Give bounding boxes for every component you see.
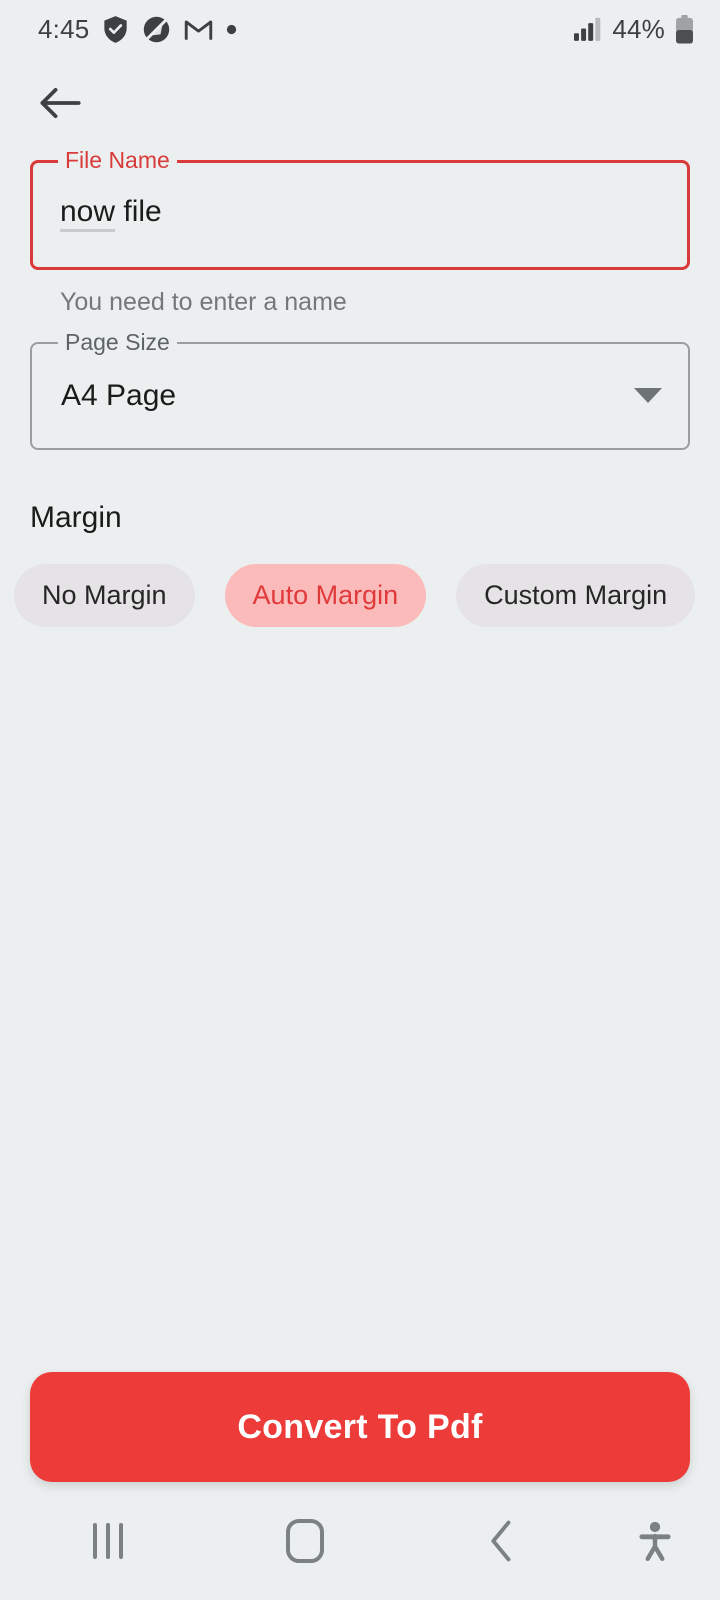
file-name-field[interactable]: File Name now file [30,147,690,270]
margin-section-title: Margin [30,501,122,534]
chevron-down-icon[interactable] [634,388,662,403]
file-name-helper-text: You need to enter a name [60,288,347,316]
signal-bars-icon [574,17,601,41]
battery-percent: 44% [612,14,665,44]
nav-accessibility-button[interactable] [600,1482,710,1600]
margin-options: No Margin Auto Margin Custom Margin [14,564,696,627]
page-size-label: Page Size [58,329,177,355]
android-nav-bar [0,1482,720,1600]
back-chevron-icon [491,1520,511,1562]
page-size-value: A4 Page [61,379,177,412]
status-time: 4:45 [38,14,90,44]
file-name-value-rest: file [115,195,162,228]
home-icon [286,1519,324,1563]
page-size-dropdown[interactable]: Page Size A4 Page [30,329,690,450]
accessibility-icon [639,1521,671,1561]
nav-recents-button[interactable] [10,1482,207,1600]
recents-icon [93,1523,124,1559]
status-bar: 4:45 44% [0,0,720,58]
chip-auto-margin-label: Auto Margin [252,580,399,610]
shield-check-icon [104,15,128,43]
file-name-value-misspelled: now [60,195,116,232]
back-arrow-icon [40,87,81,119]
nav-home-button[interactable] [207,1482,404,1600]
chip-no-margin[interactable]: No Margin [14,564,195,627]
status-bar-left: 4:45 [38,15,237,44]
chip-no-margin-label: No Margin [42,580,167,610]
nav-back-button[interactable] [403,1482,600,1600]
battery-icon [676,14,693,44]
back-button[interactable] [33,76,87,130]
form-content: File Name now file You need to enter a n… [0,147,720,1482]
app-bar [0,58,720,148]
chip-custom-margin-label: Custom Margin [484,580,668,610]
file-name-input[interactable]: now file [60,192,162,232]
app-screen: 4:45 44% File Name now file You need to … [0,0,720,1600]
do-not-disturb-icon [144,16,170,42]
dot-icon [227,24,237,34]
gmail-icon [185,20,213,40]
cta-container: Convert To Pdf [30,1372,690,1482]
chip-auto-margin[interactable]: Auto Margin [224,564,427,627]
convert-to-pdf-button[interactable]: Convert To Pdf [30,1372,690,1482]
chip-custom-margin[interactable]: Custom Margin [456,564,696,627]
status-bar-right: 44% [574,14,694,44]
file-name-label: File Name [58,147,177,173]
